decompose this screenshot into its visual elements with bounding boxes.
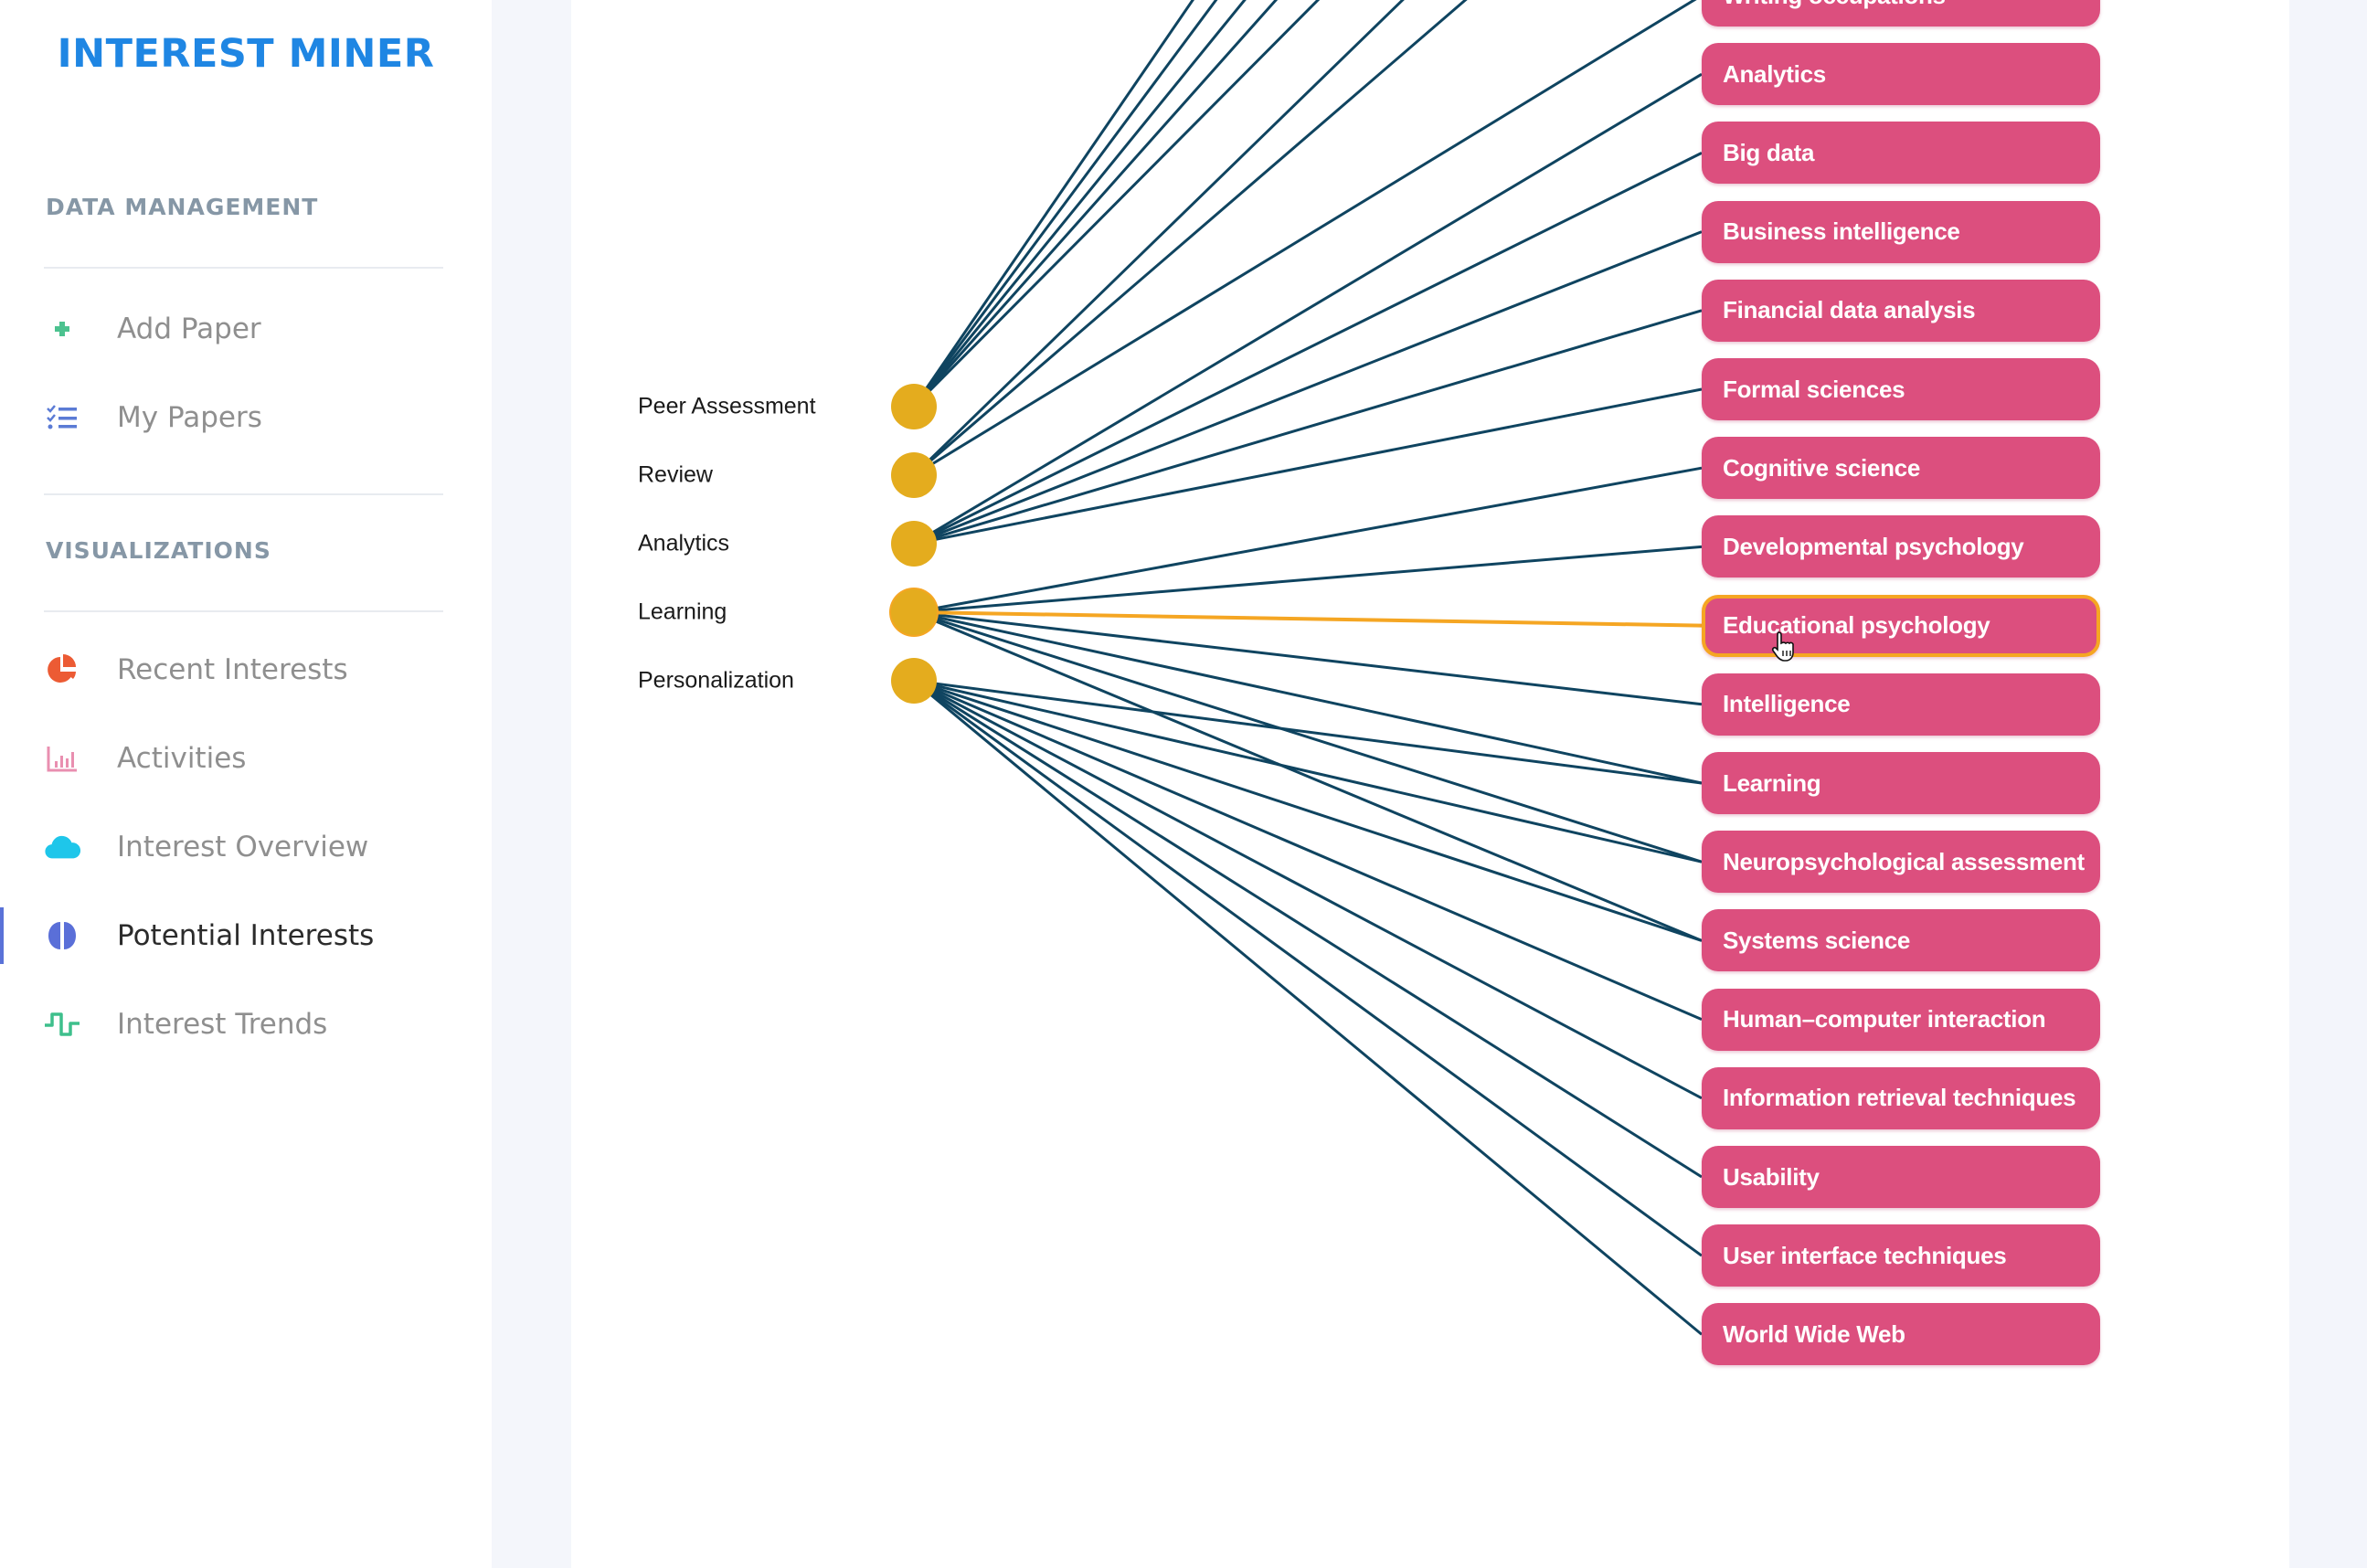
- target-label: Developmental psychology: [1723, 532, 2024, 560]
- target-label: User interface techniques: [1723, 1241, 2007, 1269]
- target-node-user-interface-techniques[interactable]: User interface techniques: [1702, 1224, 2100, 1287]
- edge-highlighted: [913, 610, 1703, 628]
- edge: [913, 679, 1703, 942]
- edge: [913, 466, 1703, 614]
- target-node-business-intelligence[interactable]: Business intelligence: [1702, 200, 2100, 263]
- target-label: Formal sciences: [1723, 375, 1905, 403]
- target-label: Learning: [1723, 768, 1821, 797]
- edge: [913, 309, 1703, 546]
- target-label: Neuropsychological assessment: [1723, 847, 2085, 875]
- target-label: Cognitive science: [1723, 453, 1920, 482]
- source-node-peer-assessment[interactable]: [891, 384, 937, 429]
- target-node-usability[interactable]: Usability: [1702, 1146, 2100, 1208]
- target-node-writing-occupations[interactable]: Writing occupations: [1702, 0, 2100, 26]
- target-label: Intelligence: [1723, 690, 1851, 718]
- source-node-analytics[interactable]: [891, 521, 937, 567]
- source-node-learning[interactable]: [891, 589, 937, 635]
- target-node-developmental-psychology[interactable]: Developmental psychology: [1702, 515, 2100, 578]
- target-node-world-wide-web[interactable]: World Wide Web: [1702, 1303, 2100, 1366]
- edge: [913, 230, 1703, 546]
- source-label-learning: Learning: [638, 599, 727, 625]
- target-node-cognitive-science[interactable]: Cognitive science: [1702, 437, 2100, 500]
- source-label-review: Review: [638, 461, 713, 488]
- target-node-systems-science[interactable]: Systems science: [1702, 909, 2100, 972]
- target-node-intelligence[interactable]: Intelligence: [1702, 673, 2100, 736]
- target-label: Financial data analysis: [1723, 296, 1976, 324]
- target-node-big-data[interactable]: Big data: [1702, 122, 2100, 185]
- source-node-personalization[interactable]: [891, 658, 937, 704]
- edge: [913, 679, 1703, 1100]
- edge: [913, 72, 1703, 546]
- target-node-information-retrieval-techniques[interactable]: Information retrieval techniques: [1702, 1066, 2100, 1129]
- edge: [913, 610, 1703, 785]
- target-node-human-computer-interaction[interactable]: Human–computer interaction: [1702, 988, 2100, 1051]
- target-label: Big data: [1723, 138, 1815, 166]
- edge: [913, 152, 1703, 546]
- source-node-review[interactable]: [891, 452, 937, 498]
- edge: [913, 679, 1703, 1179]
- edge: [912, 0, 1247, 408]
- target-node-neuropsychological-assessment[interactable]: Neuropsychological assessment: [1702, 831, 2100, 894]
- target-label: Human–computer interaction: [1723, 1005, 2046, 1033]
- edge: [913, 610, 1703, 942]
- source-label-analytics: Analytics: [638, 530, 730, 556]
- target-label: World Wide Web: [1723, 1319, 1905, 1348]
- target-label: Business intelligence: [1723, 217, 1960, 246]
- edge: [913, 679, 1703, 863]
- target-label: Systems science: [1723, 926, 1911, 954]
- source-label-peer-assessment: Peer Assessment: [638, 393, 816, 419]
- target-label: Information retrieval techniques: [1723, 1084, 2076, 1112]
- target-node-learning[interactable]: Learning: [1702, 752, 2100, 814]
- edge: [913, 610, 1703, 863]
- edge: [913, 0, 1697, 477]
- edge: [912, 0, 1321, 408]
- target-label: Educational psychology: [1723, 611, 1990, 640]
- target-label: Usability: [1723, 1162, 1820, 1191]
- target-node-financial-data-analysis[interactable]: Financial data analysis: [1702, 279, 2100, 342]
- target-node-analytics[interactable]: Analytics: [1702, 43, 2100, 106]
- hand-cursor-icon: [1771, 631, 1794, 662]
- edge: [913, 387, 1703, 546]
- edge: [912, 0, 1218, 408]
- target-node-educational-psychology[interactable]: Educational psychology: [1702, 594, 2100, 657]
- edge: [912, 0, 1194, 408]
- edge: [913, 610, 1703, 706]
- target-label: Analytics: [1723, 59, 1826, 88]
- target-label: Writing occupations: [1723, 0, 1946, 10]
- target-node-formal-sciences[interactable]: Formal sciences: [1702, 358, 2100, 420]
- source-label-personalization: Personalization: [638, 667, 794, 694]
- edge: [913, 545, 1703, 614]
- edge: [913, 679, 1703, 1336]
